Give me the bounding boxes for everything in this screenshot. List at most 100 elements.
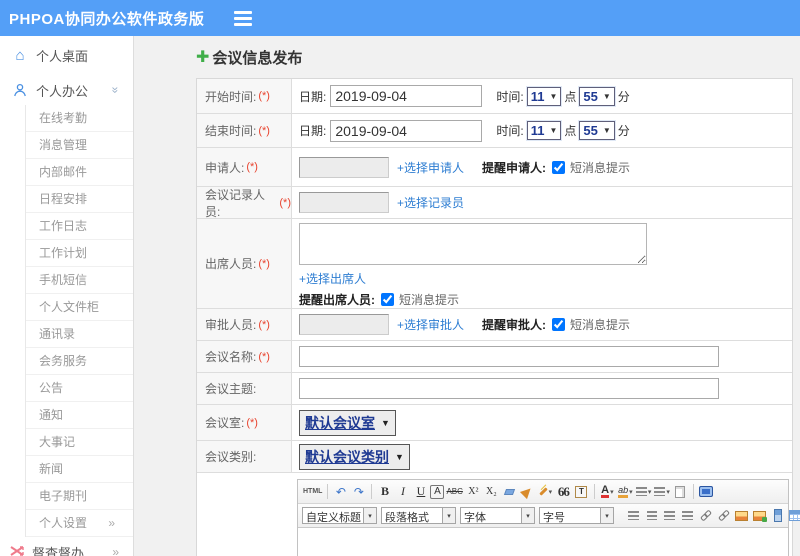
meeting-name-row: 会议名称: (*) xyxy=(197,341,792,373)
meeting-category-row: 会议类别: 默认会议类别 ▼ xyxy=(197,441,792,473)
end-time-label: 结束时间: xyxy=(205,124,257,138)
meeting-subject-row: 会议主题: xyxy=(197,373,792,405)
html-source-button[interactable]: HTML xyxy=(302,483,323,501)
choose-recorder-link[interactable]: +选择记录员 xyxy=(397,194,464,211)
choose-attendees-link[interactable]: +选择出席人 xyxy=(299,272,366,286)
attendees-textarea[interactable] xyxy=(299,223,647,265)
applicant-sms-checkbox[interactable] xyxy=(552,160,566,174)
choose-applicant-link[interactable]: +选择申请人 xyxy=(397,159,464,176)
recorder-label: 会议记录人员: xyxy=(205,187,266,219)
approver-input[interactable] xyxy=(299,314,389,335)
sidebar-item-sms[interactable]: 手机短信 xyxy=(26,267,133,294)
select-arrow-icon: ▾ xyxy=(443,507,456,524)
required-mark: (*) xyxy=(258,124,270,137)
start-minute-select[interactable]: 55 ▼ xyxy=(579,86,615,106)
sidebar-item-file-cabinet[interactable]: 个人文件柜 xyxy=(26,294,133,321)
sidebar-item-office[interactable]: 个人办公 » xyxy=(0,75,133,105)
page-break-icon[interactable] xyxy=(769,507,786,525)
meeting-subject-input[interactable] xyxy=(299,378,719,399)
font-family-select[interactable]: 字体 ▾ xyxy=(460,507,535,524)
sidebar-item-work-plan[interactable]: 工作计划 xyxy=(26,240,133,267)
new-document-icon[interactable] xyxy=(672,483,689,501)
sidebar-item-notice[interactable]: 通知 xyxy=(26,402,133,429)
sidebar-item-conference-service[interactable]: 会务服务 xyxy=(26,348,133,375)
add-icon: ✚ xyxy=(196,49,210,66)
sidebar-item-announcement[interactable]: 公告 xyxy=(26,375,133,402)
approver-sms-checkbox[interactable] xyxy=(552,318,566,331)
underline-button[interactable]: U xyxy=(412,483,429,501)
editor-toolbar-row1: HTML ↶ ↷ B I U A ABC X² X₂ ▾ 66 T A ▾ ab… xyxy=(298,480,788,504)
meeting-category-label: 会议类别: xyxy=(205,450,257,464)
sidebar-item-supervise[interactable]: 督查督办 » xyxy=(0,537,133,556)
meeting-room-select[interactable]: 默认会议室 ▼ xyxy=(299,409,396,436)
remind-attendees-label: 提醒出席人员: xyxy=(299,293,375,307)
fullscreen-icon[interactable] xyxy=(698,483,715,501)
chevron-double-down-icon: » xyxy=(108,86,123,94)
approver-label: 审批人员: xyxy=(205,318,257,332)
sidebar-item-personal-settings[interactable]: 个人设置 » xyxy=(26,510,133,537)
sidebar-item-news[interactable]: 新闻 xyxy=(26,456,133,483)
applicant-row: 申请人: (*) +选择申请人 提醒申请人: 短消息提示 xyxy=(197,148,792,187)
paragraph-format-select[interactable]: 段落格式 ▾ xyxy=(381,507,456,524)
auto-typeset-icon[interactable]: ▾ xyxy=(537,483,554,501)
highlight-color-button[interactable]: ab ▾ xyxy=(617,483,634,501)
sidebar-item-attendance[interactable]: 在线考勤 xyxy=(26,105,133,132)
sms-label: 短消息提示 xyxy=(570,318,631,332)
ordered-list-icon[interactable]: ▾ xyxy=(635,483,653,501)
end-minute-select[interactable]: 55 ▼ xyxy=(579,121,615,140)
applicant-label: 申请人: xyxy=(205,160,245,175)
redo-icon[interactable]: ↷ xyxy=(350,483,367,501)
required-mark: (*) xyxy=(258,90,270,102)
hour-unit-label: 点 xyxy=(564,89,577,104)
sidebar-item-contacts[interactable]: 通讯录 xyxy=(26,321,133,348)
start-date-input[interactable] xyxy=(330,85,483,107)
sidebar-item-work-log[interactable]: 工作日志 xyxy=(26,213,133,240)
undo-icon[interactable]: ↶ xyxy=(332,483,349,501)
sidebar-item-schedule[interactable]: 日程安排 xyxy=(26,186,133,213)
eraser-icon[interactable] xyxy=(501,483,518,501)
applicant-input[interactable] xyxy=(299,156,389,178)
sidebar-item-milestones[interactable]: 大事记 xyxy=(26,429,133,456)
unlink-icon[interactable] xyxy=(715,507,732,525)
bold-button[interactable]: B xyxy=(376,483,393,501)
unordered-list-icon[interactable]: ▾ xyxy=(653,483,671,501)
required-mark: (*) xyxy=(258,257,270,270)
blockquote-button[interactable]: 66 xyxy=(555,483,572,501)
font-border-button[interactable]: A xyxy=(430,484,445,499)
minute-unit-label: 分 xyxy=(617,124,630,138)
sidebar-item-e-journal[interactable]: 电子期刊 xyxy=(26,483,133,510)
italic-button[interactable]: I xyxy=(394,483,411,501)
insert-image-upload-icon[interactable] xyxy=(751,507,768,525)
sidebar-item-desktop[interactable]: ⌂ 个人桌面 xyxy=(0,36,133,75)
end-date-input[interactable] xyxy=(330,119,483,142)
align-center-icon[interactable] xyxy=(643,507,660,525)
strikethrough-button[interactable]: ABC xyxy=(445,483,463,501)
meeting-form: 开始时间:(*) 日期: 时间: 11▼ 点 55▼ 分 结束时间:(*) 日期… xyxy=(196,78,800,556)
format-brush-icon[interactable] xyxy=(519,483,536,501)
insert-table-icon[interactable] xyxy=(787,507,800,525)
align-left-icon[interactable] xyxy=(625,507,642,525)
superscript-button[interactable]: X² xyxy=(465,483,482,501)
end-hour-select[interactable]: 11 ▼ xyxy=(526,121,562,140)
attendees-sms-checkbox[interactable] xyxy=(381,293,394,306)
font-size-select[interactable]: 字号 ▾ xyxy=(539,507,614,524)
font-color-button[interactable]: A ▾ xyxy=(599,483,616,501)
align-justify-icon[interactable] xyxy=(679,507,696,525)
recorder-row: 会议记录人员: (*) +选择记录员 xyxy=(197,187,792,219)
subscript-button[interactable]: X₂ xyxy=(483,483,500,501)
sidebar-item-internal-mail[interactable]: 内部邮件 xyxy=(26,159,133,186)
insert-image-icon[interactable] xyxy=(733,507,750,525)
menu-icon[interactable] xyxy=(234,10,253,26)
link-icon[interactable] xyxy=(697,507,714,525)
sidebar-item-messages[interactable]: 消息管理 xyxy=(26,132,133,159)
align-right-icon[interactable] xyxy=(661,507,678,525)
editor-content-area[interactable] xyxy=(298,528,788,556)
choose-approver-link[interactable]: +选择审批人 xyxy=(397,316,464,333)
paste-icon[interactable]: T xyxy=(573,483,590,501)
meeting-category-select[interactable]: 默认会议类别 ▼ xyxy=(299,443,410,470)
recorder-input[interactable] xyxy=(299,192,389,213)
custom-heading-select[interactable]: 自定义标题 ▾ xyxy=(302,507,377,524)
start-hour-select[interactable]: 11 ▼ xyxy=(526,86,562,106)
meeting-subject-label: 会议主题: xyxy=(205,382,257,396)
meeting-name-input[interactable] xyxy=(299,346,719,367)
